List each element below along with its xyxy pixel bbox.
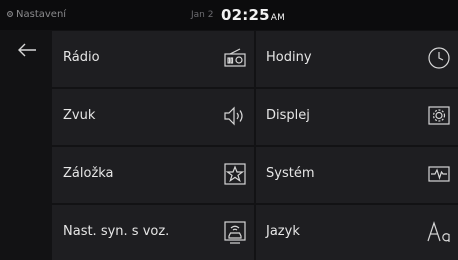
settings-gear-icon: [7, 11, 13, 17]
status-clock: 02:25AM: [221, 6, 285, 24]
app-title: Nastavení: [16, 9, 67, 20]
back-arrow-icon: [18, 43, 36, 57]
menu-item-label: Systém: [266, 166, 315, 181]
settings-screen: Nastavení Jan 2 02:25AM Rádio Hodiny Zvu…: [0, 0, 458, 260]
display-icon: [426, 103, 452, 129]
menu-item-label: Displej: [266, 108, 310, 123]
status-date: Jan 2: [191, 10, 214, 20]
menu-item-clock[interactable]: Hodiny: [256, 31, 458, 87]
clock-time: 02:25: [221, 6, 270, 24]
menu-item-system[interactable]: Systém: [256, 147, 458, 203]
menu-item-label: Záložka: [63, 166, 114, 181]
clock-ampm: AM: [270, 13, 286, 23]
car-sync-icon: [222, 219, 248, 245]
language-icon: [426, 219, 452, 245]
menu-item-bookmark[interactable]: Záložka: [52, 147, 254, 203]
menu-item-label: Rádio: [63, 50, 100, 65]
menu-item-vehicle-sync[interactable]: Nast. syn. s voz.: [52, 205, 254, 260]
menu-item-label: Nast. syn. s voz.: [63, 224, 170, 239]
menu-item-language[interactable]: Jazyk: [256, 205, 458, 260]
radio-icon: [222, 45, 248, 71]
menu-item-label: Hodiny: [266, 50, 312, 65]
settings-menu-grid: Rádio Hodiny Zvuk Displej Záložka Systém…: [52, 31, 458, 260]
back-button[interactable]: [14, 38, 40, 64]
status-app: Nastavení: [6, 9, 66, 20]
menu-item-sound[interactable]: Zvuk: [52, 89, 254, 145]
speaker-icon: [222, 103, 248, 129]
star-icon: [222, 161, 248, 187]
menu-item-label: Zvuk: [63, 108, 96, 123]
status-bar: Nastavení Jan 2 02:25AM: [0, 0, 458, 30]
menu-item-radio[interactable]: Rádio: [52, 31, 254, 87]
menu-item-display[interactable]: Displej: [256, 89, 458, 145]
menu-item-label: Jazyk: [266, 224, 300, 239]
clock-icon: [426, 45, 452, 71]
system-icon: [426, 161, 452, 187]
